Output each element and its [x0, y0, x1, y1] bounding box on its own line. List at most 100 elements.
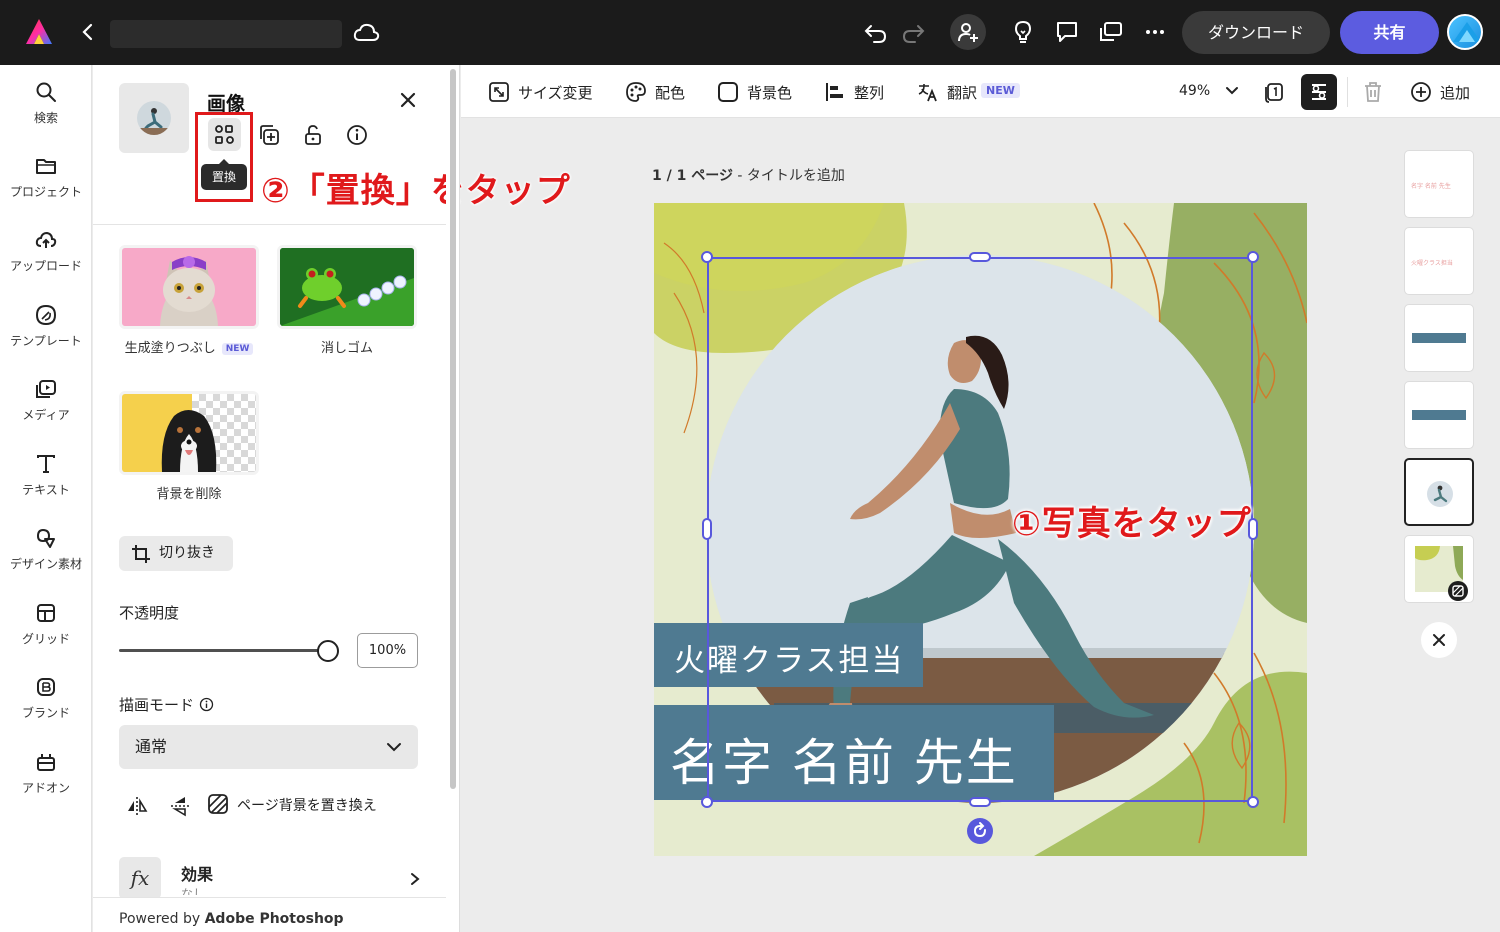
background-color-button[interactable]: 背景色 [717, 80, 802, 104]
rail-item-search[interactable]: 検索 [0, 81, 92, 149]
add-circle-icon [1411, 82, 1431, 102]
layers-icon [1312, 84, 1326, 100]
opacity-slider-handle[interactable] [317, 640, 339, 662]
rail-item-brand[interactable]: ブランド [0, 676, 92, 744]
info-icon[interactable] [199, 697, 214, 712]
translate-button[interactable]: 翻訳 NEW [917, 80, 1027, 104]
layers-toggle-button[interactable] [1301, 74, 1337, 110]
lightbulb-icon[interactable] [1009, 18, 1037, 46]
background-color-label: 背景色 [747, 84, 793, 102]
annotation-step2: ②「置換」をタップ [261, 171, 571, 211]
crop-button[interactable]: 切り抜き [119, 536, 233, 571]
addon-icon [37, 754, 55, 771]
layer-thumbnail-text: 名字 名前 先生 [1411, 183, 1451, 190]
generative-fill-thumbnail [119, 245, 259, 329]
page-label[interactable]: 1 / 1 ページ - タイトルを追加 [652, 165, 845, 185]
share-button[interactable]: 共有 [1340, 11, 1439, 54]
rail-item-templates[interactable]: テンプレート [0, 304, 92, 372]
feature-label: 生成塗りつぶし [124, 341, 216, 356]
resize-handle-top[interactable] [969, 252, 991, 262]
layer-thumbnail-selected[interactable] [1404, 458, 1474, 526]
zoom-level[interactable]: 49% [1179, 83, 1210, 99]
close-panel-icon[interactable] [397, 89, 419, 111]
panel-footer: Powered by Adobe Photoshop [93, 897, 446, 932]
adobe-express-logo-icon[interactable] [24, 17, 54, 47]
info-icon[interactable] [345, 123, 369, 147]
page-background-replace-button[interactable]: ページ背景を置き換え [207, 793, 407, 817]
color-scheme-label: 配色 [655, 84, 686, 102]
resize-handle-left[interactable] [702, 518, 712, 540]
text-icon [37, 455, 55, 473]
resize-button[interactable]: サイズ変更 [488, 80, 603, 104]
invite-button[interactable] [950, 14, 986, 50]
eraser-card[interactable]: 消しゴム [277, 245, 417, 356]
annotation-step1: ①写真をタップ [1012, 504, 1252, 544]
close-icon [1433, 634, 1445, 646]
rail-item-label: テンプレート [10, 334, 82, 348]
layer-thumbnail-text: 火曜クラス担当 [1411, 260, 1453, 267]
layer-bar-shape [1412, 410, 1466, 420]
flip-horizontal-icon[interactable] [125, 794, 149, 818]
download-button[interactable]: ダウンロード [1182, 11, 1330, 54]
rail-item-media[interactable]: メディア [0, 378, 92, 446]
effects-fx-icon: fx [119, 857, 161, 899]
chevron-down-icon [387, 743, 401, 752]
resize-handle-top-right[interactable] [1247, 251, 1259, 263]
remove-background-card[interactable]: 背景を削除 [119, 391, 259, 502]
add-button[interactable]: 追加 [1410, 80, 1480, 104]
left-rail: 検索 プロジェクト アップロード テンプレート メディア テキスト デザイン素材… [0, 65, 92, 932]
layer-thumbnail[interactable]: 火曜クラス担当 [1404, 227, 1474, 295]
scrollbar-thumb[interactable] [450, 69, 456, 789]
color-scheme-button[interactable]: 配色 [625, 80, 695, 104]
effects-subtitle: なし [181, 887, 206, 895]
image-properties-panel: 画像 置換 ②「置換」をタップ 生成塗りつぶし NEW 消しゴム 背景を削除 切… [93, 65, 570, 932]
rail-item-label: アップロード [9, 259, 82, 273]
back-chevron-icon[interactable] [78, 22, 98, 42]
rail-item-text[interactable]: テキスト [0, 453, 92, 521]
rail-item-label: デザイン素材 [9, 557, 82, 571]
layer-thumbnail[interactable]: 名字 名前 先生 [1404, 150, 1474, 218]
resize-handle-bottom-right[interactable] [1247, 796, 1259, 808]
comment-icon[interactable] [1053, 18, 1081, 46]
flip-vertical-icon[interactable] [168, 794, 192, 818]
chevron-down-icon[interactable] [1225, 85, 1239, 97]
rail-item-label: 検索 [33, 111, 58, 125]
page-number-button[interactable] [1256, 74, 1292, 110]
undo-icon[interactable] [862, 18, 890, 46]
layer-thumbnail[interactable] [1404, 381, 1474, 449]
rail-item-addons[interactable]: アドオン [0, 751, 92, 819]
frog-image [280, 248, 414, 326]
rotate-icon [973, 822, 986, 838]
redo-icon[interactable] [899, 18, 927, 46]
layer-thumbnail[interactable] [1404, 535, 1474, 603]
opacity-value-field[interactable]: 100% [357, 633, 418, 668]
unlock-icon[interactable] [301, 123, 325, 147]
align-icon [826, 83, 843, 101]
close-layers-button[interactable] [1421, 622, 1457, 658]
duplicate-icon[interactable] [257, 123, 281, 147]
panel-scrollbar[interactable] [446, 65, 460, 932]
rotate-handle[interactable] [967, 818, 993, 844]
rail-item-upload[interactable]: アップロード [0, 229, 92, 297]
opacity-slider-track[interactable] [119, 649, 327, 652]
document-title-field[interactable] [110, 20, 342, 48]
generative-fill-card[interactable]: 生成塗りつぶし NEW [119, 245, 259, 356]
resize-handle-bottom-left[interactable] [701, 796, 713, 808]
blend-mode-select[interactable]: 通常 [119, 725, 418, 769]
cloud-sync-icon[interactable] [352, 20, 380, 46]
avatar[interactable] [1447, 14, 1483, 50]
layer-bar-shape [1412, 333, 1466, 343]
rail-item-label: アドオン [21, 781, 70, 795]
rail-item-grid[interactable]: グリッド [0, 602, 92, 670]
more-icon[interactable] [1141, 18, 1169, 46]
trash-icon[interactable] [1362, 80, 1384, 104]
resize-handle-bottom[interactable] [969, 797, 991, 807]
cloud-upload-icon [35, 231, 57, 248]
rail-item-projects[interactable]: プロジェクト [0, 155, 92, 223]
layer-thumbnail[interactable] [1404, 304, 1474, 372]
rail-item-design-assets[interactable]: デザイン素材 [0, 527, 92, 595]
align-button[interactable]: 整列 [824, 80, 894, 104]
resize-handle-top-left[interactable] [701, 251, 713, 263]
present-icon[interactable] [1097, 18, 1125, 46]
effects-row[interactable]: fx 効果 なし [119, 857, 424, 899]
